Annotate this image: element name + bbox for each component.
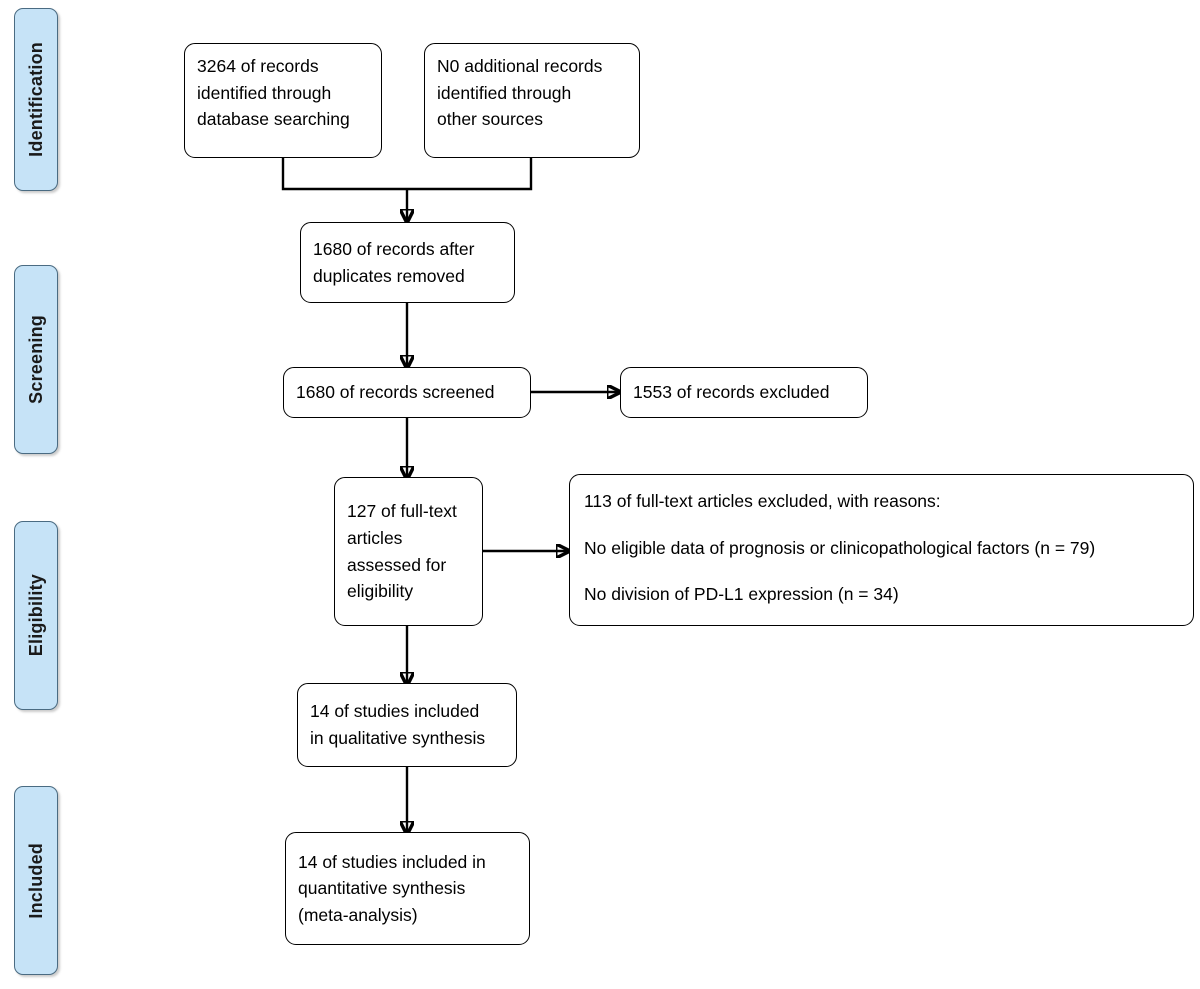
box-qualitative-synthesis: 14 of studies included in qualitative sy… xyxy=(297,683,517,767)
box-fulltext-assessed-line-1: 127 of full-text xyxy=(347,501,457,522)
box-database-records-line-1: 3264 of records xyxy=(197,56,319,76)
box-fulltext-assessed-line-2: articles xyxy=(347,527,403,548)
box-after-duplicates: 1680 of records after duplicates removed xyxy=(300,222,515,303)
box-quantitative-synthesis-line-3: (meta-analysis) xyxy=(298,904,418,925)
box-quantitative-synthesis: 14 of studies included in quantitative s… xyxy=(285,832,530,945)
box-fulltext-excluded-reason-2: No division of PD-L1 expression (n = 34) xyxy=(584,584,899,605)
box-database-records-line-3: database searching xyxy=(197,109,350,130)
connector-identification-bracket xyxy=(281,158,533,191)
box-records-screened-line-1: 1680 of records screened xyxy=(296,382,495,403)
box-qualitative-synthesis-line-2: in qualitative synthesis xyxy=(310,728,486,748)
stage-screening-label: Screening xyxy=(25,315,46,404)
box-after-duplicates-line-2: duplicates removed xyxy=(313,265,465,286)
box-fulltext-excluded: 113 of full-text articles excluded, with… xyxy=(569,474,1194,626)
stage-eligibility: Eligibility xyxy=(14,521,58,710)
box-database-records: 3264 of records identified through datab… xyxy=(184,43,382,158)
stage-included-label: Included xyxy=(25,842,46,919)
stage-screening: Screening xyxy=(14,265,58,454)
stage-identification-label: Identification xyxy=(25,42,46,157)
box-fulltext-excluded-reason-1: No eligible data of prognosis or clinico… xyxy=(584,537,1096,558)
stage-eligibility-label: Eligibility xyxy=(25,574,46,657)
stage-included: Included xyxy=(14,786,58,975)
box-quantitative-synthesis-line-1: 14 of studies included in xyxy=(298,851,486,872)
box-fulltext-assessed-line-4: eligibility xyxy=(347,581,414,602)
box-records-screened: 1680 of records screened xyxy=(283,367,531,418)
box-after-duplicates-line-1: 1680 of records after xyxy=(313,238,475,259)
stage-identification: Identification xyxy=(14,8,58,191)
box-quantitative-synthesis-line-2: quantitative synthesis xyxy=(298,878,466,899)
box-records-excluded: 1553 of records excluded xyxy=(620,367,868,418)
box-database-records-line-2: identified through xyxy=(197,82,332,103)
box-fulltext-assessed-line-3: assessed for xyxy=(347,554,447,575)
box-qualitative-synthesis-line-1: 14 of studies included xyxy=(310,701,480,722)
box-other-records-line-2: identified through xyxy=(437,82,572,103)
box-fulltext-assessed: 127 of full-text articles assessed for e… xyxy=(334,477,483,626)
box-other-records-line-3: other sources xyxy=(437,109,544,130)
box-fulltext-excluded-heading: 113 of full-text articles excluded, with… xyxy=(584,491,941,511)
box-records-excluded-line-1: 1553 of records excluded xyxy=(633,382,830,403)
box-other-records: N0 additional records identified through… xyxy=(424,43,640,158)
prisma-flow-diagram: Identification Screening Eligibility Inc… xyxy=(0,0,1200,989)
box-other-records-line-1: N0 additional records xyxy=(437,56,603,76)
